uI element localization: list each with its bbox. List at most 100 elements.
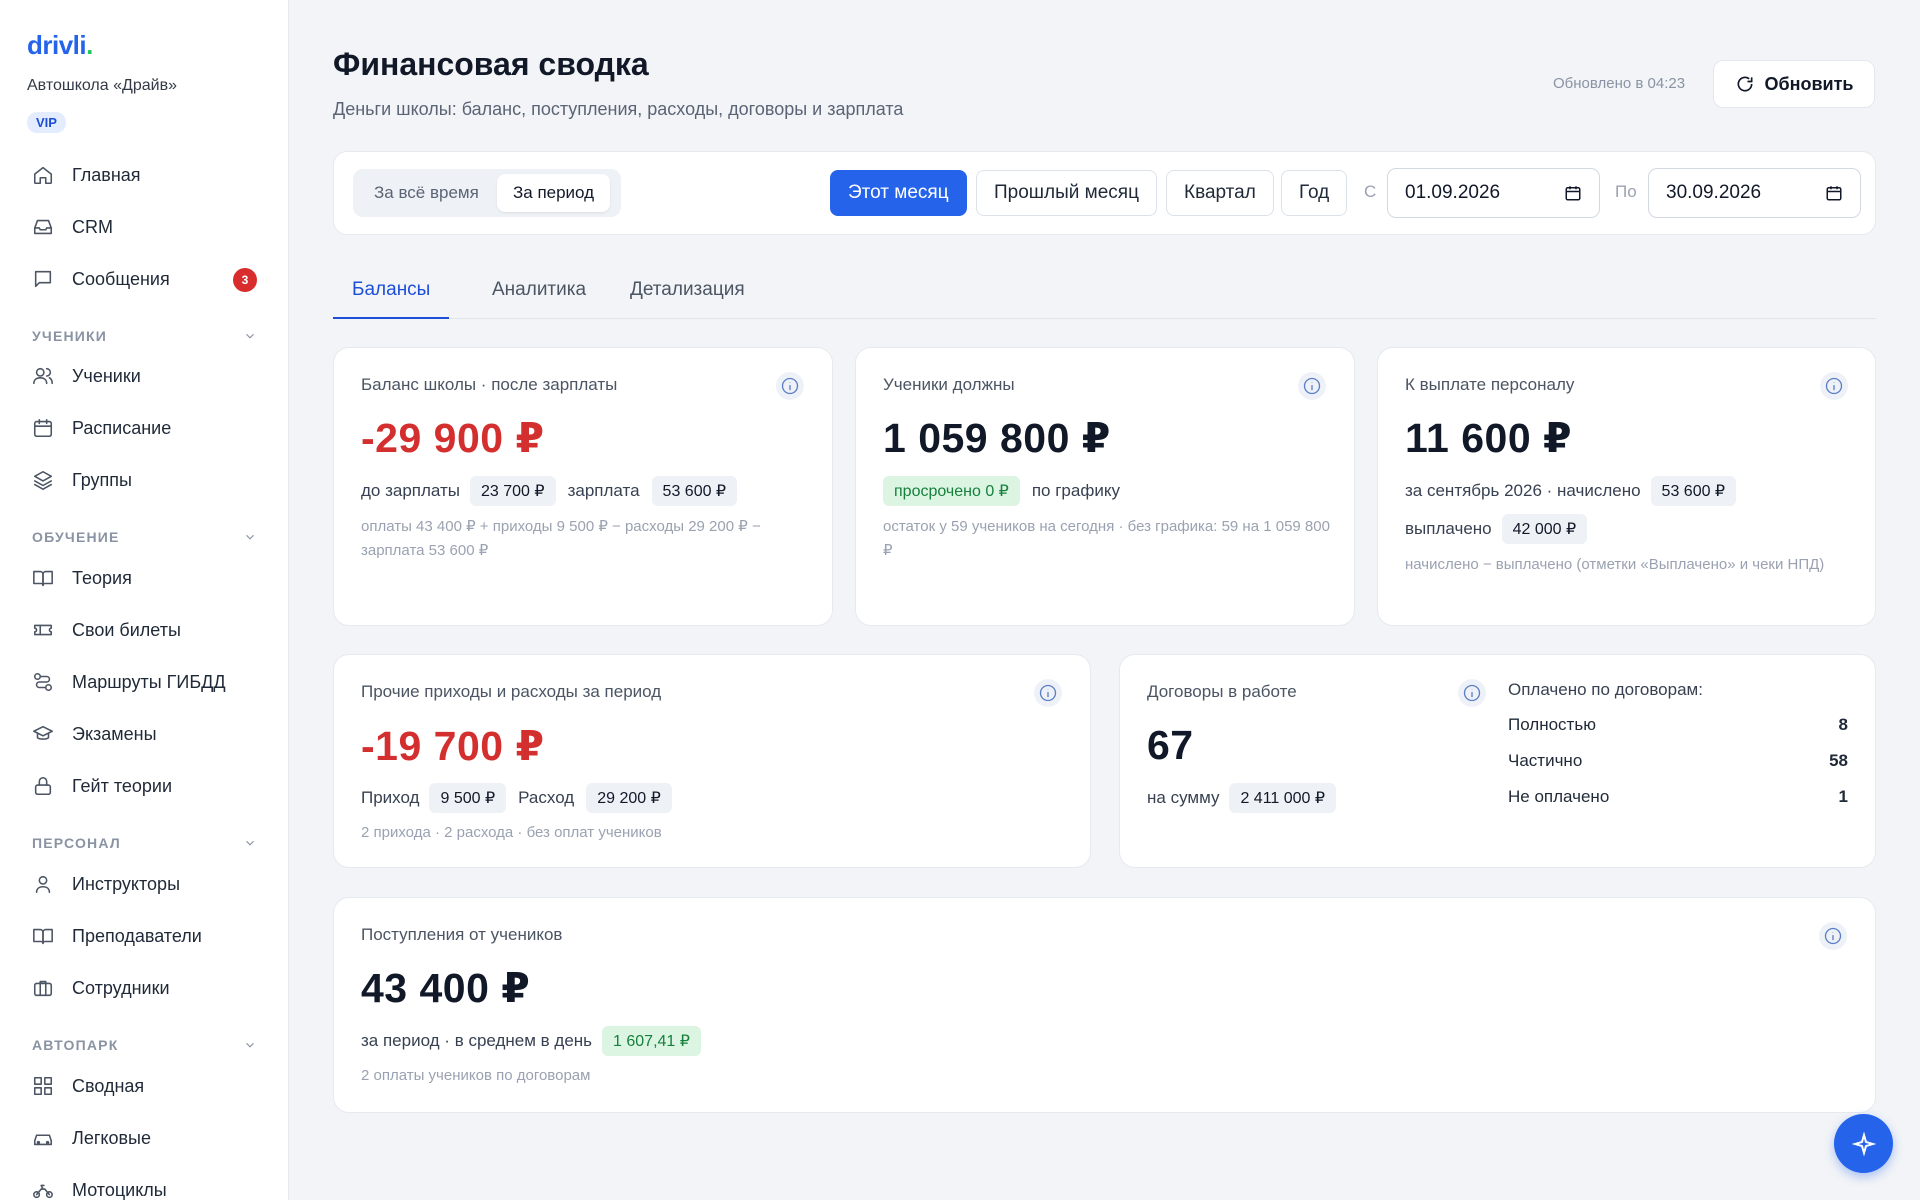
chat-icon xyxy=(30,266,56,292)
tab-bar: Балансы Аналитика Детализация xyxy=(333,273,1876,319)
paid-label: выплачено xyxy=(1405,519,1492,538)
refresh-button[interactable]: Обновить xyxy=(1713,60,1875,108)
stat-label: Полностью xyxy=(1508,715,1596,734)
date-from-value: 01.09.2026 xyxy=(1405,182,1501,203)
debts-note: остаток у 59 учеников на сегодня · без г… xyxy=(883,518,1330,559)
avg-value: 1 607,41 ₽ xyxy=(602,1026,701,1056)
page-title: Финансовая сводка xyxy=(333,46,649,82)
tab-balances[interactable]: Балансы xyxy=(333,279,450,319)
section-label: УЧЕНИКИ xyxy=(32,328,108,344)
this-month-button[interactable]: Этот месяц xyxy=(830,170,967,216)
section-learning[interactable]: ОБУЧЕНИЕ xyxy=(32,527,257,547)
sidebar-item-messages[interactable]: Сообщения 3 xyxy=(30,262,260,296)
payroll-accrued: за сентябрь 2026 · начислено 53 600 ₽ xyxy=(1405,476,1748,506)
quarter-button[interactable]: Квартал xyxy=(1166,170,1274,216)
expense-label: Расход xyxy=(518,788,575,807)
sidebar-item-teachers[interactable]: Преподаватели xyxy=(30,919,260,953)
before-salary-value: 23 700 ₽ xyxy=(470,476,556,506)
contracts-count: 67 xyxy=(1147,722,1194,768)
income-label: Приход xyxy=(361,788,420,807)
section-students[interactable]: УЧЕНИКИ xyxy=(32,326,257,346)
mode-period[interactable]: За период xyxy=(497,174,611,212)
stat-value: 1 xyxy=(1838,787,1848,806)
motorcycle-icon xyxy=(30,1177,56,1200)
info-icon[interactable] xyxy=(1458,679,1486,707)
section-label: АВТОПАРК xyxy=(32,1037,119,1053)
updated-timestamp: Обновлено в 04:23 xyxy=(1553,75,1686,92)
school-name: Автошкола «Драйв» xyxy=(27,77,177,94)
chevron-down-icon xyxy=(246,1042,254,1048)
overdue-badge: просрочено 0 ₽ xyxy=(883,476,1020,506)
sidebar-item-instructors[interactable]: Инструкторы xyxy=(30,867,260,901)
year-button[interactable]: Год xyxy=(1281,170,1348,216)
section-staff[interactable]: ПЕРСОНАЛ xyxy=(32,833,257,853)
last-month-button[interactable]: Прошлый месяц xyxy=(976,170,1157,216)
sidebar-item-label: Преподаватели xyxy=(72,925,202,946)
debts-value: 1 059 800 ₽ xyxy=(883,415,1111,461)
balance-note: оплаты 43 400 ₽ + приходы 9 500 ₽ − расх… xyxy=(361,518,761,559)
other-breakdown: Приход 9 500 ₽ Расход 29 200 ₽ xyxy=(361,783,684,813)
stat-partial: Частично 58 xyxy=(1508,751,1848,771)
info-icon[interactable] xyxy=(1820,372,1848,400)
mode-all-time[interactable]: За всё время xyxy=(358,174,495,212)
sidebar-item-groups[interactable]: Группы xyxy=(30,463,260,497)
calendar-icon[interactable] xyxy=(1825,184,1843,202)
contracts-sum: на сумму 2 411 000 ₽ xyxy=(1147,783,1348,813)
sidebar-item-home[interactable]: Главная xyxy=(30,158,260,192)
income-value: 9 500 ₽ xyxy=(429,783,507,813)
sidebar-item-crm[interactable]: CRM xyxy=(30,210,260,244)
sidebar-item-exams[interactable]: Экзамены xyxy=(30,717,260,751)
sidebar-item-label: Сообщения xyxy=(72,268,170,289)
chevron-down-icon xyxy=(246,534,254,540)
tab-details[interactable]: Детализация xyxy=(611,279,764,319)
sidebar-item-moto[interactable]: Мотоциклы xyxy=(30,1173,260,1200)
logo[interactable]: drivli. xyxy=(27,30,93,61)
sidebar-item-cars[interactable]: Легковые xyxy=(30,1121,260,1155)
expense-value: 29 200 ₽ xyxy=(586,783,672,813)
refresh-label: Обновить xyxy=(1764,73,1854,94)
sidebar-item-label: Легковые xyxy=(72,1127,151,1148)
tab-analytics[interactable]: Аналитика xyxy=(473,279,605,319)
sidebar-item-label: Экзамены xyxy=(72,723,157,744)
sidebar-item-tickets[interactable]: Свои билеты xyxy=(30,613,260,647)
user-icon xyxy=(30,871,56,897)
sidebar-item-gate[interactable]: Гейт теории xyxy=(30,769,260,803)
calendar-icon[interactable] xyxy=(1564,184,1582,202)
sidebar-item-label: Мотоциклы xyxy=(72,1179,167,1200)
users-icon xyxy=(30,363,56,389)
income-card: Поступления от учеников 43 400 ₽ за пери… xyxy=(333,897,1876,1113)
sidebar-item-employees[interactable]: Сотрудники xyxy=(30,971,260,1005)
sidebar-item-label: Теория xyxy=(72,567,132,588)
date-to-input[interactable]: 30.09.2026 xyxy=(1648,168,1861,218)
sidebar-item-summary[interactable]: Сводная xyxy=(30,1069,260,1103)
sidebar-item-schedule[interactable]: Расписание xyxy=(30,411,260,445)
card-label: Договоры в работе xyxy=(1147,682,1297,701)
payroll-card: К выплате персоналу 11 600 ₽ за сентябрь… xyxy=(1377,347,1876,626)
stat-label: Не оплачено xyxy=(1508,787,1610,806)
sidebar-item-label: Расписание xyxy=(72,417,172,438)
ticket-icon xyxy=(30,617,56,643)
sidebar-item-label: Группы xyxy=(72,469,132,490)
sidebar-item-label: Маршруты ГИБДД xyxy=(72,671,226,692)
info-icon[interactable] xyxy=(1819,922,1847,950)
sidebar-item-theory[interactable]: Теория xyxy=(30,561,260,595)
info-icon[interactable] xyxy=(1298,372,1326,400)
section-fleet[interactable]: АВТОПАРК xyxy=(32,1035,257,1055)
sidebar-item-routes[interactable]: Маршруты ГИБДД xyxy=(30,665,260,699)
info-icon[interactable] xyxy=(776,372,804,400)
avg-label: за период · в среднем в день xyxy=(361,1031,593,1050)
other-card: Прочие приходы и расходы за период -19 7… xyxy=(333,654,1091,868)
chevron-down-icon xyxy=(246,333,254,339)
stat-value: 8 xyxy=(1838,715,1848,734)
layers-icon xyxy=(30,467,56,493)
unread-badge: 3 xyxy=(233,268,257,292)
date-from-input[interactable]: 01.09.2026 xyxy=(1387,168,1600,218)
calendar-icon xyxy=(30,415,56,441)
grid-icon xyxy=(30,1073,56,1099)
info-icon[interactable] xyxy=(1034,679,1062,707)
card-label: Поступления от учеников xyxy=(361,925,563,944)
sidebar: drivli. Автошкола «Драйв» VIP Главная CR… xyxy=(0,0,289,1200)
assistant-button[interactable] xyxy=(1834,1114,1893,1173)
salary-value: 53 600 ₽ xyxy=(651,476,738,506)
sidebar-item-students[interactable]: Ученики xyxy=(30,359,260,393)
